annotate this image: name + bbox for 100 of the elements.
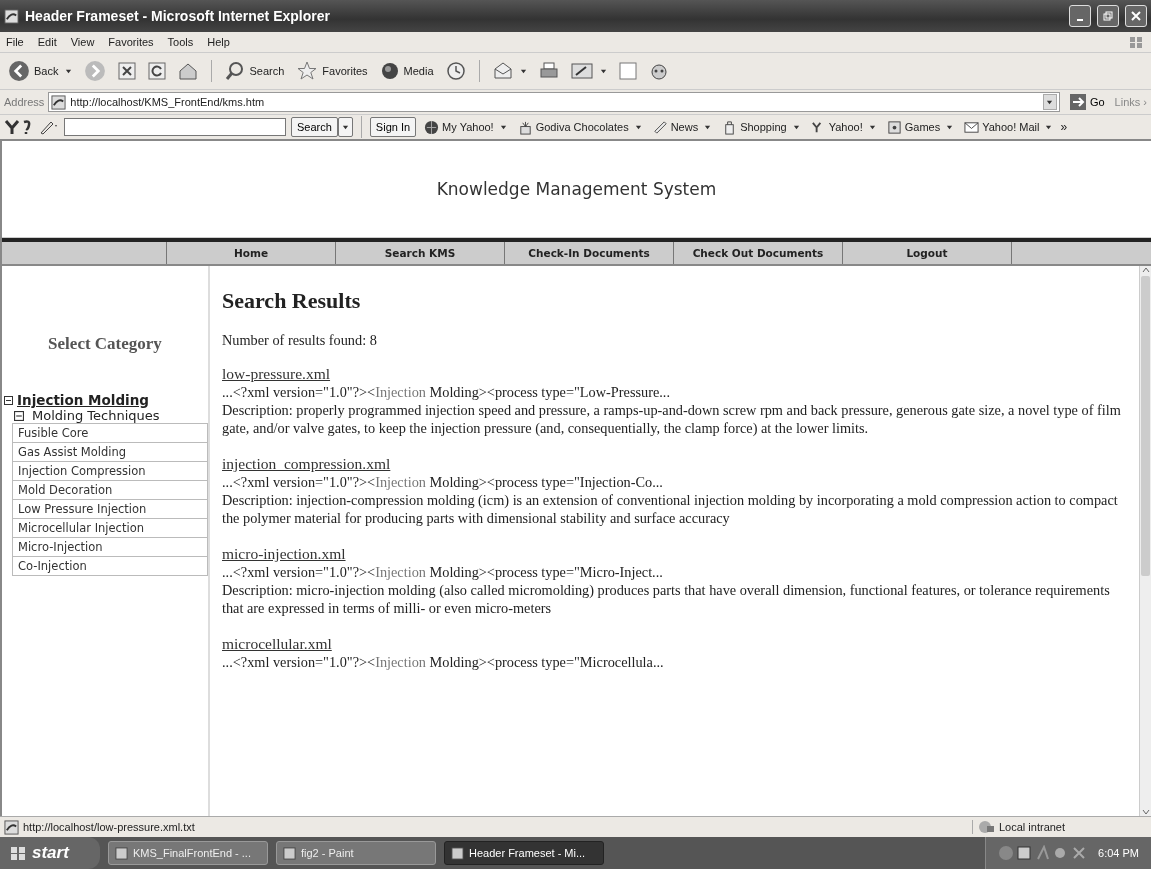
back-button[interactable]: Back <box>6 58 75 84</box>
media-button[interactable]: Media <box>377 59 436 83</box>
flag-logo-icon <box>1127 34 1145 50</box>
toolbar-link[interactable]: Godiva Chocolates <box>514 119 645 135</box>
result-snippet: ...<?xml version="1.0"?><Injection Molding><process type="Injection-Co... <box>222 473 664 491</box>
toolbar-link[interactable]: Yahoo! Mail <box>961 119 1056 135</box>
nav-link[interactable]: Check Out Documents <box>674 242 843 264</box>
window-icon <box>115 846 128 860</box>
result-description: Description: injection-compression molding (icm) is an extension of conventional injection molding by incorporating a mold compression action to compact the polymer material for producing parts with dimensional stability and surface accuracy <box>222 491 1119 527</box>
taskbar-button[interactable]: fig2 - Paint <box>276 841 436 865</box>
tree-item[interactable]: Injection Molding <box>17 392 149 408</box>
mail-icon <box>964 119 980 135</box>
taskbar-button[interactable]: Header Frameset - Mi... <box>444 841 604 865</box>
clock: 6:04 PM <box>1098 847 1139 859</box>
toolbar-link[interactable]: Yahoo! <box>807 119 879 135</box>
minimize-icon <box>1077 19 1083 21</box>
go-button[interactable]: Go <box>1063 94 1111 110</box>
favorites-button[interactable]: Favorites <box>294 59 370 83</box>
caret-icon <box>634 123 642 131</box>
stop-button[interactable] <box>116 60 139 82</box>
result-count: Number of results found: 8 <box>222 332 378 349</box>
toolbar-link[interactable]: News <box>649 119 715 135</box>
minimize-button[interactable] <box>1069 5 1091 27</box>
gift-icon <box>517 119 533 135</box>
tree-item[interactable]: Gas Assist Molding <box>12 443 208 462</box>
status-text: http://localhost/low-pressure.xml.txt <box>23 821 195 833</box>
nav-link[interactable]: Check-In Documents <box>505 242 674 264</box>
result-link[interactable]: injection_compression.xml <box>222 455 391 472</box>
start-button[interactable]: start <box>0 837 100 869</box>
tree-item[interactable]: Low Pressure Injection <box>12 500 208 519</box>
arrow-icon <box>1069 94 1086 110</box>
pencil-icon[interactable] <box>39 119 59 135</box>
search-field[interactable] <box>64 118 286 136</box>
stop-icon <box>118 62 137 80</box>
refresh-icon <box>148 62 167 80</box>
menu-item[interactable]: File <box>6 36 24 48</box>
search-button[interactable]: Search <box>223 59 287 83</box>
more-button[interactable]: » <box>1060 120 1068 134</box>
tree-item[interactable]: Fusible Core <box>12 424 208 443</box>
caret-icon <box>792 123 800 131</box>
sign-in-button[interactable]: Sign In <box>369 117 417 137</box>
menu-item[interactable]: Favorites <box>108 36 154 48</box>
caret-icon <box>519 67 527 75</box>
tree-item[interactable]: Molding Techniques <box>32 408 160 423</box>
caret-icon <box>599 67 607 75</box>
caret-icon <box>704 123 712 131</box>
nav-link[interactable]: Search KMS <box>336 242 505 264</box>
toolbar-link[interactable]: Shopping <box>719 119 803 135</box>
refresh-button[interactable] <box>146 60 169 82</box>
printer-icon <box>538 61 559 81</box>
result-description: Description: micro-injection molding (also called micromolding) produces parts that have overall dimension, functional features, or tolerance requirements that are expressed in terms of milli- or even micro-meters <box>222 581 1111 617</box>
search-icon <box>225 61 246 81</box>
toolbar-link[interactable]: My Yahoo! <box>421 119 510 135</box>
window-icon <box>451 846 464 860</box>
star-icon <box>296 61 319 81</box>
games-icon <box>886 119 902 135</box>
close-button[interactable] <box>1125 5 1147 27</box>
nav-link[interactable]: Home <box>167 242 336 264</box>
taskbar-button[interactable]: KMS_FinalFrontEnd - ... <box>108 841 268 865</box>
scroll-down-icon <box>1140 808 1151 816</box>
face-icon <box>648 61 669 81</box>
caret-icon <box>65 67 73 75</box>
close-icon <box>1131 11 1141 21</box>
caret-icon <box>1046 98 1054 106</box>
globe-icon <box>424 119 440 135</box>
tree-item[interactable]: Microcellular Injection <box>12 519 208 538</box>
collapse-icon[interactable] <box>14 410 24 421</box>
sidebar-title: Select Category <box>47 334 163 354</box>
caret-icon <box>1045 123 1053 131</box>
scrollbar[interactable] <box>1139 266 1151 816</box>
caret-icon <box>499 123 507 131</box>
menu-item[interactable]: View <box>70 36 95 48</box>
result-link[interactable]: micro-injection.xml <box>222 545 346 562</box>
result-link[interactable]: microcellular.xml <box>222 635 332 652</box>
network-icon <box>977 820 995 834</box>
globe-icon <box>379 61 400 81</box>
tree-item[interactable]: Micro-Injection <box>12 538 208 557</box>
collapse-icon[interactable] <box>4 395 13 405</box>
home-icon <box>178 61 199 81</box>
result-snippet: ...<?xml version="1.0"?><Injection Molding><process type="Low-Pressure... <box>222 383 671 401</box>
result-link[interactable]: low-pressure.xml <box>222 365 331 382</box>
window-icon <box>283 846 296 860</box>
menu-item[interactable]: Help <box>207 36 230 48</box>
address-field[interactable]: http://localhost/KMS_FrontEnd/kms.htm <box>48 92 1060 112</box>
caret-icon <box>868 123 876 131</box>
envelope-icon <box>492 61 513 81</box>
page-heading: Search Results <box>222 288 362 314</box>
search-button[interactable]: Search <box>291 117 338 137</box>
toolbar-link[interactable]: Games <box>883 119 957 135</box>
address-label: Address <box>4 96 45 108</box>
menu-item[interactable]: Edit <box>37 36 57 48</box>
menu-item[interactable]: Tools <box>167 36 194 48</box>
restore-button[interactable] <box>1097 5 1119 27</box>
clock-icon <box>445 61 466 81</box>
nav-link[interactable]: Logout <box>843 242 1012 264</box>
edit-button[interactable] <box>568 60 609 82</box>
result-snippet: ...<?xml version="1.0"?><Injection Molding><process type="Microcellula... <box>222 653 665 671</box>
tree-item[interactable]: Injection Compression <box>12 462 208 481</box>
tree-item[interactable]: Co-Injection <box>12 557 208 576</box>
tree-item[interactable]: Mold Decoration <box>12 481 208 500</box>
